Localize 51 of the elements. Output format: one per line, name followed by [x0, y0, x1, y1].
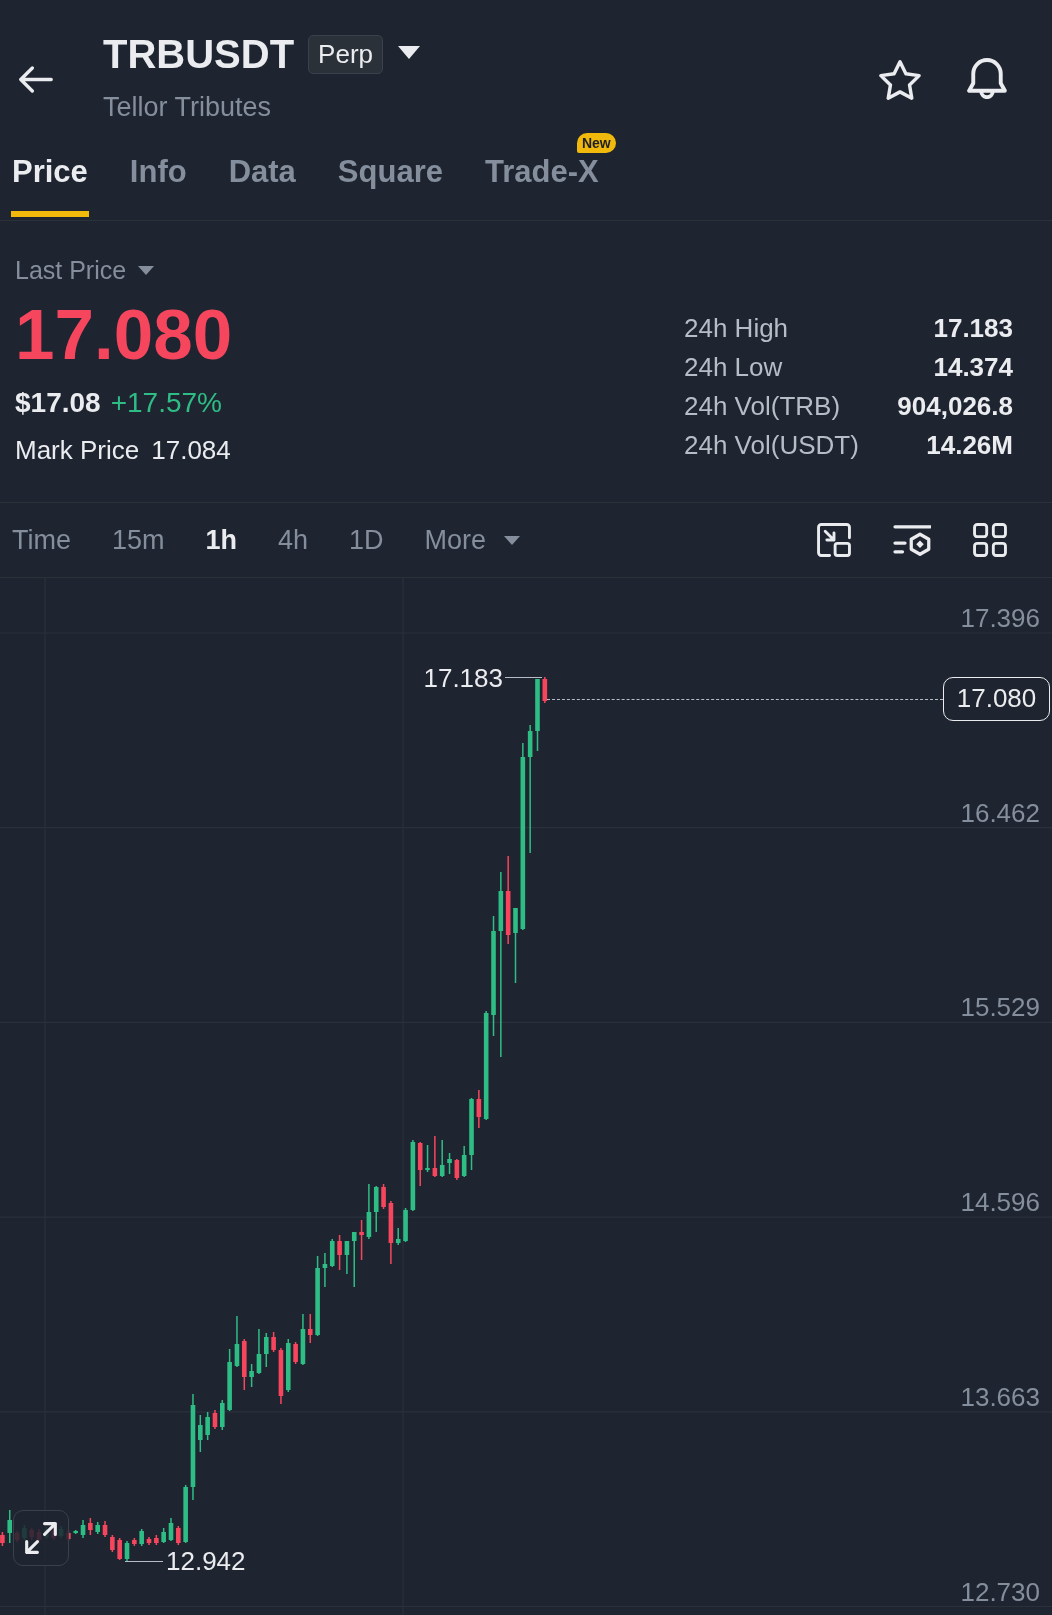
- price-axis-label: 17.396: [960, 603, 1040, 633]
- high-price-label: 17.183: [423, 663, 503, 693]
- interval-option[interactable]: 15m: [112, 524, 165, 556]
- stat-label: 24h Low: [684, 350, 784, 383]
- picture-in-picture-icon[interactable]: [817, 523, 851, 557]
- stat-label: 24h Vol(USDT): [684, 428, 860, 461]
- lines-hexagon-icon[interactable]: [893, 524, 931, 556]
- mark-price-value: 17.084: [151, 434, 231, 466]
- asset-name: Tellor Tributes: [103, 92, 273, 122]
- price-axis-label: 16.462: [960, 797, 1040, 828]
- interval-option[interactable]: Time: [12, 524, 71, 556]
- caret-down-icon[interactable]: [398, 45, 420, 59]
- stat-label: 24h High: [684, 311, 790, 344]
- price-change: +17.57%: [110, 386, 222, 420]
- last-price-tag: 17.080: [943, 677, 1050, 721]
- price-axis-label: 14.596: [960, 1187, 1040, 1218]
- tab[interactable]: Data: [227, 154, 297, 217]
- grid-icon[interactable]: [973, 523, 1007, 557]
- tab[interactable]: Square: [336, 154, 444, 217]
- low-price-label: 12.942: [166, 1546, 246, 1576]
- high-price-leader-line: [505, 677, 542, 678]
- expand-icon: [25, 1522, 57, 1554]
- stat-value: 14.26M: [925, 428, 1013, 461]
- star-icon[interactable]: [879, 60, 921, 100]
- expand-button[interactable]: [13, 1510, 69, 1566]
- stat-label: 24h Vol(TRB): [684, 389, 842, 422]
- interval-option[interactable]: More: [424, 524, 521, 556]
- stat-value: 14.374: [932, 350, 1013, 383]
- tab[interactable]: Info: [128, 154, 188, 217]
- tab[interactable]: Trade-X: [483, 154, 600, 217]
- price-axis-label: 13.663: [960, 1381, 1040, 1412]
- mark-price-label: Mark Price: [15, 434, 140, 466]
- symbol-title: TRBUSDT: [103, 32, 295, 76]
- interval-option[interactable]: 4h: [278, 524, 309, 556]
- stat-value: 17.183: [932, 311, 1013, 344]
- caret-down-icon: [504, 535, 521, 545]
- stat-value: 904,026.8: [897, 389, 1013, 422]
- caret-down-icon: [138, 265, 155, 275]
- last-price: 17.080: [15, 299, 233, 371]
- price-axis-label: 15.529: [960, 992, 1040, 1023]
- back-arrow-icon[interactable]: [19, 66, 53, 93]
- interval-option[interactable]: 1h: [205, 524, 238, 556]
- price-type-dropdown[interactable]: Last Price: [15, 255, 155, 285]
- tab[interactable]: Price: [11, 154, 89, 217]
- tab-badge: New: [576, 133, 616, 153]
- price-axis-label: 12.730: [960, 1576, 1040, 1607]
- interval-option[interactable]: 1D: [349, 524, 384, 556]
- usd-price: $17.08: [15, 386, 101, 420]
- low-price-leader-line: [125, 1561, 163, 1562]
- bell-icon[interactable]: [967, 58, 1007, 99]
- contract-type-badge: Perp: [308, 34, 383, 74]
